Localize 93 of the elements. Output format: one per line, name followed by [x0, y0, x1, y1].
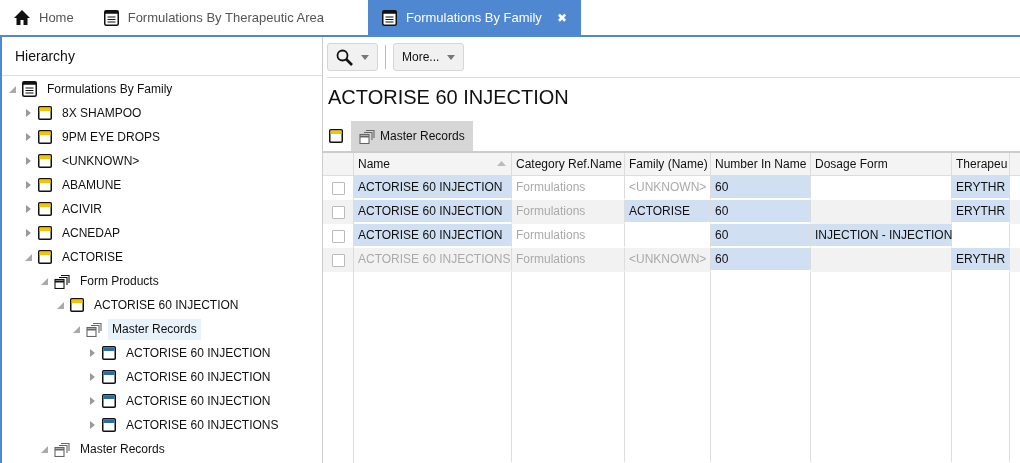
expanded-triangle-icon[interactable]: [8, 85, 16, 93]
tree-item[interactable]: Master Records: [76, 438, 169, 460]
table-cell: ACTORISE 60 INJECTION: [354, 176, 512, 200]
tree-item[interactable]: ACNEDAP: [58, 222, 124, 244]
column-header[interactable]: Family (Name): [625, 153, 711, 175]
tree-item[interactable]: <UNKNOWN>: [58, 150, 144, 172]
tab[interactable]: Home: [0, 0, 88, 35]
panel-title: Hierarchy: [2, 37, 322, 76]
tree-item[interactable]: ACTORISE 60 INJECTION: [90, 294, 243, 316]
window-icon: [70, 298, 84, 312]
expanded-triangle-icon[interactable]: [72, 325, 80, 333]
collapsed-triangle-icon[interactable]: [88, 349, 96, 357]
more-button[interactable]: More...: [393, 43, 465, 71]
table-cell: ACTORISE 60 INJECTION: [354, 200, 512, 224]
home-icon: [14, 10, 30, 25]
tree-item[interactable]: Form Products: [76, 270, 163, 292]
window-icon: [102, 346, 116, 360]
search-icon: [336, 48, 353, 66]
tree-item[interactable]: ACTORISE 60 INJECTIONS: [122, 414, 283, 436]
table-cell: ERYTHR: [952, 176, 1010, 200]
stacked-windows-icon: [359, 128, 375, 144]
collapsed-triangle-icon[interactable]: [88, 421, 96, 429]
window-icon: [38, 202, 52, 216]
stacked-windows-icon: [54, 441, 70, 457]
window-icon: [38, 178, 52, 192]
window-icon: [38, 250, 52, 264]
window-icon: [329, 129, 343, 143]
collapsed-triangle-icon[interactable]: [24, 109, 32, 117]
tree-item[interactable]: Master Records: [108, 318, 201, 340]
collapsed-triangle-icon[interactable]: [24, 205, 32, 213]
table-cell: Formulations: [512, 248, 625, 272]
expanded-triangle-icon[interactable]: [40, 445, 48, 453]
row-checkbox[interactable]: [331, 181, 345, 195]
window-icon: [38, 130, 52, 144]
tab[interactable]: Formulations By Therapeutic Area: [87, 0, 338, 35]
row-checkbox[interactable]: [331, 229, 345, 243]
expanded-triangle-icon[interactable]: [24, 253, 32, 261]
column-header[interactable]: Dosage Form: [811, 153, 952, 175]
tree-item[interactable]: ACTORISE: [58, 246, 128, 268]
collapsed-triangle-icon[interactable]: [24, 181, 32, 189]
table-cell: 60: [711, 200, 811, 224]
stacked-windows-icon: [86, 321, 102, 337]
window-icon: [102, 370, 116, 384]
table-cell: 60: [711, 224, 811, 248]
table-cell: ERYTHR: [952, 200, 1010, 224]
table-cell: INJECTION - INJECTION: [811, 224, 952, 248]
row-checkbox[interactable]: [331, 205, 345, 219]
window-icon: [102, 418, 116, 432]
close-icon[interactable]: ✖: [556, 10, 567, 25]
tab-label: Formulations By Family: [406, 10, 542, 25]
collapsed-triangle-icon[interactable]: [88, 397, 96, 405]
row-checkbox[interactable]: [331, 253, 345, 267]
tree-item[interactable]: ACIVIR: [58, 198, 106, 220]
table-cell: ACTORISE 60 INJECTION: [354, 224, 512, 248]
stacked-windows-icon: [54, 273, 70, 289]
expanded-triangle-icon[interactable]: [40, 277, 48, 285]
window-icon: [102, 394, 116, 408]
collapsed-triangle-icon[interactable]: [24, 229, 32, 237]
record-title: ACTORISE 60 INJECTION: [327, 85, 570, 110]
column-header[interactable]: Number In Name: [711, 153, 811, 175]
search-button[interactable]: [327, 43, 378, 71]
tree-item[interactable]: 8X SHAMPOO: [58, 102, 146, 124]
tree-item[interactable]: Formulations By Family: [43, 78, 177, 100]
tree-item[interactable]: ACTORISE 60 INJECTION: [122, 366, 275, 388]
tree-item[interactable]: 9PM EYE DROPS: [58, 126, 165, 148]
tree-item[interactable]: ABAMUNE: [58, 174, 126, 196]
caret-icon: [361, 54, 369, 60]
table-cell: ERYTHR: [952, 248, 1010, 272]
tab[interactable]: Formulations By Family ✖: [368, 0, 581, 35]
tab-label: Formulations By Therapeutic Area: [127, 10, 324, 25]
expanded-triangle-icon[interactable]: [56, 301, 64, 309]
list-icon: [382, 9, 397, 26]
column-header[interactable]: Category Ref.Name: [512, 153, 625, 175]
list-icon: [103, 9, 119, 26]
window-icon: [38, 154, 52, 168]
tab-label: Home: [39, 10, 74, 25]
sort-ascending-icon: [497, 161, 506, 166]
column-header[interactable]: Therapeu: [952, 153, 1010, 175]
list-icon: [22, 81, 37, 97]
collapsed-triangle-icon[interactable]: [24, 157, 32, 165]
table-cell: ACTORISE: [625, 200, 711, 224]
column-header[interactable]: Name: [354, 153, 512, 175]
subtab[interactable]: Master Records: [351, 121, 473, 151]
window-icon: [38, 226, 52, 240]
table-cell: 60: [711, 248, 811, 272]
collapsed-triangle-icon[interactable]: [24, 133, 32, 141]
table-cell: 60: [711, 176, 811, 200]
caret-icon: [447, 54, 456, 60]
tree-item[interactable]: ACTORISE 60 INJECTION: [122, 390, 275, 412]
table-cell: ACTORISE 60 INJECTIONS: [354, 248, 512, 272]
tree-item[interactable]: ACTORISE 60 INJECTION: [122, 342, 275, 364]
window-icon: [38, 106, 52, 120]
collapsed-triangle-icon[interactable]: [88, 373, 96, 381]
